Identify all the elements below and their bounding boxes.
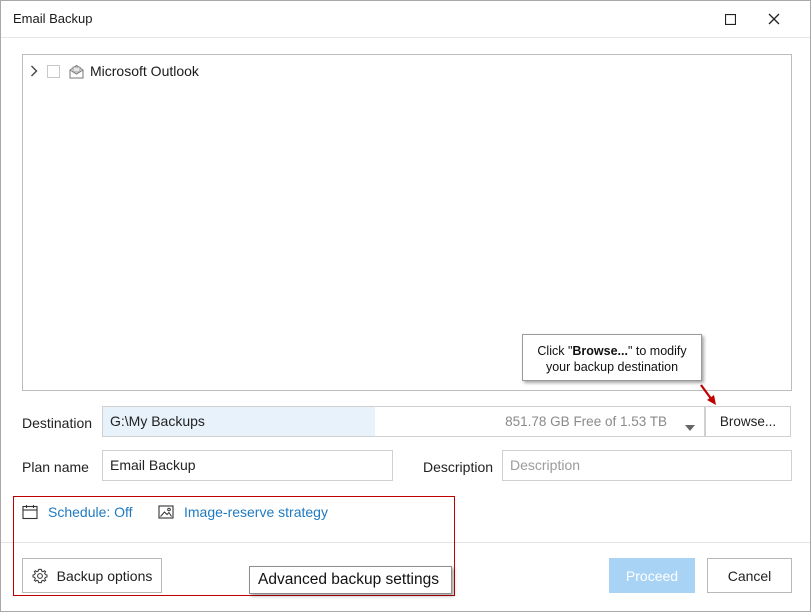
browse-callout: Click "Browse..." to modify your backup …: [522, 334, 702, 381]
description-label: Description: [423, 459, 494, 475]
window-title: Email Backup: [13, 11, 93, 26]
advanced-settings-annotation: Advanced backup settings: [249, 566, 452, 594]
tree-item-checkbox[interactable]: [47, 64, 60, 78]
close-button[interactable]: [752, 1, 796, 37]
callout-line-1: Click "Browse..." to modify: [537, 344, 687, 358]
outlook-icon: [67, 62, 85, 80]
email-backup-window: Email Backup Microsoft Outlook Destinati…: [0, 0, 811, 612]
title-bar: Email Backup: [1, 1, 810, 38]
description-input[interactable]: Description: [502, 450, 792, 481]
dropdown-arrow-icon[interactable]: [685, 418, 695, 434]
maximize-icon: [724, 13, 736, 25]
callout-line-2: your backup destination: [545, 360, 679, 374]
plan-name-input[interactable]: Email Backup: [102, 450, 393, 481]
destination-label: Destination: [22, 415, 93, 431]
proceed-button[interactable]: Proceed: [609, 558, 695, 593]
close-icon: [768, 13, 780, 25]
maximize-button[interactable]: [708, 1, 752, 37]
destination-field[interactable]: G:\My Backups 851.78 GB Free of 1.53 TB: [102, 406, 705, 437]
chevron-right-icon[interactable]: [27, 64, 41, 78]
tree-item-outlook[interactable]: Microsoft Outlook: [27, 61, 199, 81]
cancel-button[interactable]: Cancel: [707, 558, 792, 593]
destination-free-space: 851.78 GB Free of 1.53 TB: [505, 414, 667, 429]
tree-item-label: Microsoft Outlook: [90, 63, 199, 79]
plan-name-label: Plan name: [22, 459, 89, 475]
callout-arrow-icon: [700, 384, 716, 405]
destination-path[interactable]: G:\My Backups: [103, 407, 375, 436]
